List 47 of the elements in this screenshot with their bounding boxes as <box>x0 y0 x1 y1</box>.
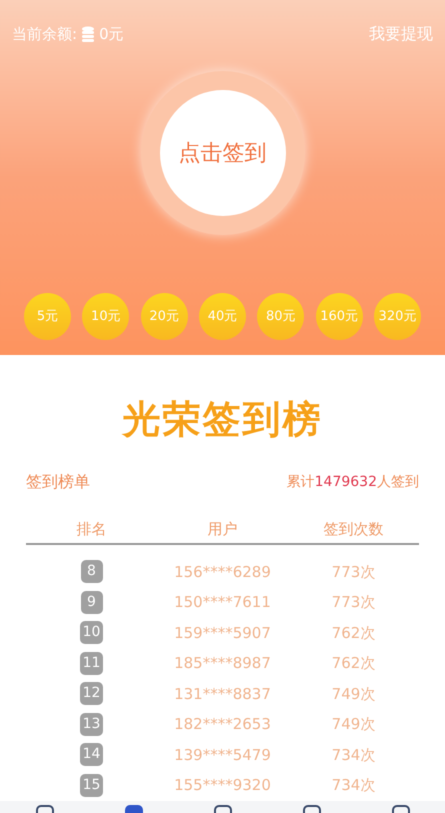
checkin-count: 762次 <box>330 622 376 644</box>
board-title: 签到榜单 <box>26 471 90 493</box>
reward-coin: 20元 <box>140 293 188 340</box>
banner-title: 光荣签到榜 <box>122 396 322 443</box>
user-phone: 156****6289 <box>173 562 272 582</box>
checkin-count: 749次 <box>330 684 376 704</box>
checkin-count: 762次 <box>330 653 376 674</box>
user-phone: 139****5479 <box>173 744 272 766</box>
rank-badge: 14 <box>80 743 104 766</box>
checkin-count: 749次 <box>330 714 376 735</box>
user-phone: 150****7611 <box>173 592 272 613</box>
rank-badge: 12 <box>80 682 104 706</box>
reward-coin: 160元 <box>316 293 363 340</box>
user-phone: 185****8987 <box>173 653 272 674</box>
user-phone: 182****2653 <box>173 714 272 735</box>
balance-value: 0元 <box>99 24 124 45</box>
rank-badge: 8 <box>80 560 102 584</box>
tab-icon[interactable] <box>124 805 142 813</box>
tab-icon[interactable] <box>214 805 232 813</box>
user-phone: 131****8837 <box>173 684 272 704</box>
reward-coin: 40元 <box>198 293 246 340</box>
checkin-count: 734次 <box>330 744 376 766</box>
reward-coin: 320元 <box>374 293 421 340</box>
coins-icon <box>81 26 96 42</box>
withdraw-link[interactable]: 我要提现 <box>369 22 433 46</box>
rank-badge: 10 <box>80 621 104 644</box>
rank-badge: 9 <box>80 590 102 614</box>
column-header: 签到次数 <box>322 519 384 540</box>
reward-coin: 80元 <box>257 293 304 340</box>
reward-coin: 5元 <box>24 293 71 340</box>
rank-badge: 15 <box>80 774 104 797</box>
reward-coin: 10元 <box>82 293 130 340</box>
checkin-count: 773次 <box>330 562 376 582</box>
tab-icon[interactable] <box>302 805 320 813</box>
user-phone: 159****5907 <box>173 622 272 644</box>
total-signins: 累计1479632人签到 <box>286 472 419 492</box>
user-phone: 155****9320 <box>173 775 272 796</box>
rank-badge: 13 <box>80 712 104 736</box>
column-header: 排名 <box>76 519 108 540</box>
checkin-button[interactable]: 点击签到 <box>160 90 286 216</box>
checkin-count: 773次 <box>330 592 376 613</box>
tab-icon[interactable] <box>392 805 410 813</box>
rank-badge: 11 <box>80 652 104 675</box>
column-header: 用户 <box>206 519 238 540</box>
balance-label: 当前余额: <box>12 24 78 45</box>
checkin-count: 734次 <box>330 775 376 796</box>
tab-icon[interactable] <box>36 805 54 813</box>
